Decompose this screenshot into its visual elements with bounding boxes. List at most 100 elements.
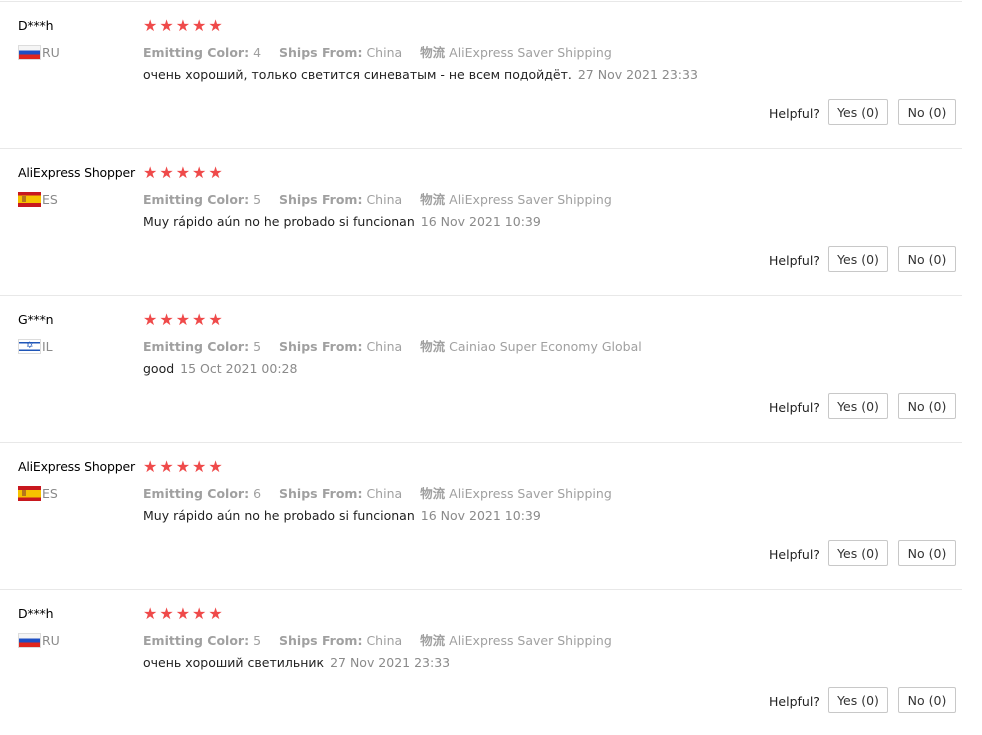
- logistics-value: Cainiao Super Economy Global: [449, 339, 642, 354]
- reviewer-country: ES: [18, 485, 58, 501]
- country-code: ES: [42, 485, 58, 501]
- star-icon: ★: [175, 310, 191, 329]
- star-icon: ★: [159, 310, 174, 329]
- ships-from-value: China: [366, 339, 403, 354]
- ships-from-label: Ships From:: [279, 633, 363, 648]
- helpful-no-button[interactable]: No (0): [898, 246, 956, 272]
- review-content: очень хороший, только светится синеватым…: [143, 67, 698, 82]
- review-text: Muy rápido aún no he probado si funciona…: [143, 214, 415, 229]
- helpful-no-button[interactable]: No (0): [898, 99, 956, 125]
- review-date: 27 Nov 2021 23:33: [577, 67, 698, 82]
- star-rating: ★ ★ ★ ★ ★: [143, 311, 223, 329]
- review-text: очень хороший, только светится синеватым…: [143, 67, 572, 82]
- star-icon: ★: [143, 163, 158, 182]
- review-text: очень хороший светильник: [143, 655, 325, 670]
- review-content: Muy rápido aún no he probado si funciona…: [143, 214, 541, 229]
- star-icon: ★: [192, 310, 207, 329]
- star-rating: ★ ★ ★ ★ ★: [143, 458, 223, 476]
- sku-info: Emitting Color: 5 Ships From: China 物流 A…: [143, 189, 626, 208]
- star-icon: ★: [159, 604, 174, 623]
- helpful-label: Helpful?: [769, 547, 820, 562]
- emitting-color-label: Emitting Color:: [143, 633, 250, 648]
- feedback-list: D***h RU ★ ★ ★ ★ ★ Emitting Color: 4 Shi…: [0, 0, 982, 735]
- star-icon: ★: [208, 16, 223, 35]
- reviewer-country: IL: [18, 338, 53, 354]
- ru-flag-icon: [18, 44, 41, 60]
- review-item: AliExpress Shopper ES ★ ★ ★ ★ ★ Emitting…: [0, 443, 962, 590]
- star-icon: ★: [208, 163, 223, 182]
- emitting-color-value: 5: [253, 633, 262, 648]
- helpful-yes-button[interactable]: Yes (0): [828, 540, 888, 566]
- ships-from-value: China: [366, 633, 403, 648]
- helpful-yes-button[interactable]: Yes (0): [828, 687, 888, 713]
- sku-info: Emitting Color: 5 Ships From: China 物流 C…: [143, 336, 656, 355]
- emitting-color-value: 6: [253, 486, 262, 501]
- review-item: G***n IL ★ ★ ★ ★ ★ Emitting Color: 5 Shi…: [0, 296, 962, 443]
- star-icon: ★: [192, 163, 207, 182]
- star-icon: ★: [208, 310, 223, 329]
- reviewer-country: ES: [18, 191, 58, 207]
- helpful-label: Helpful?: [769, 106, 820, 121]
- reviewer-name: D***h: [18, 606, 54, 621]
- logistics-value: AliExpress Saver Shipping: [449, 633, 612, 648]
- star-icon: ★: [208, 457, 223, 476]
- logistics-label: 物流: [420, 339, 446, 354]
- review-date: 16 Nov 2021 10:39: [420, 214, 541, 229]
- helpful-label: Helpful?: [769, 694, 820, 709]
- star-icon: ★: [159, 457, 174, 476]
- logistics-label: 物流: [420, 486, 446, 501]
- star-icon: ★: [159, 16, 174, 35]
- emitting-color-label: Emitting Color:: [143, 192, 250, 207]
- reviewer-name: AliExpress Shopper: [18, 165, 135, 180]
- star-icon: ★: [175, 163, 191, 182]
- logistics-value: AliExpress Saver Shipping: [449, 192, 612, 207]
- helpful-label: Helpful?: [769, 400, 820, 415]
- star-icon: ★: [192, 457, 207, 476]
- country-code: RU: [42, 44, 60, 60]
- sku-info: Emitting Color: 5 Ships From: China 物流 A…: [143, 630, 626, 649]
- review-item: AliExpress Shopper ES ★ ★ ★ ★ ★ Emitting…: [0, 149, 962, 296]
- star-icon: ★: [143, 310, 158, 329]
- star-icon: ★: [159, 163, 174, 182]
- helpful-no-button[interactable]: No (0): [898, 393, 956, 419]
- helpful-yes-button[interactable]: Yes (0): [828, 393, 888, 419]
- logistics-value: AliExpress Saver Shipping: [449, 486, 612, 501]
- sku-info: Emitting Color: 6 Ships From: China 物流 A…: [143, 483, 626, 502]
- helpful-no-button[interactable]: No (0): [898, 540, 956, 566]
- review-date: 16 Nov 2021 10:39: [420, 508, 541, 523]
- emitting-color-label: Emitting Color:: [143, 339, 250, 354]
- logistics-label: 物流: [420, 45, 446, 60]
- ships-from-label: Ships From:: [279, 339, 363, 354]
- star-rating: ★ ★ ★ ★ ★: [143, 164, 223, 182]
- emitting-color-value: 5: [253, 192, 262, 207]
- review-content: Muy rápido aún no he probado si funciona…: [143, 508, 541, 523]
- ships-from-label: Ships From:: [279, 192, 363, 207]
- star-icon: ★: [192, 604, 207, 623]
- ships-from-value: China: [366, 192, 403, 207]
- review-date: 15 Oct 2021 00:28: [180, 361, 298, 376]
- review-text: Muy rápido aún no he probado si funciona…: [143, 508, 415, 523]
- star-rating: ★ ★ ★ ★ ★: [143, 605, 223, 623]
- helpful-label: Helpful?: [769, 253, 820, 268]
- star-icon: ★: [143, 457, 158, 476]
- star-icon: ★: [143, 16, 158, 35]
- sku-info: Emitting Color: 4 Ships From: China 物流 A…: [143, 42, 626, 61]
- review-item: D***h RU ★ ★ ★ ★ ★ Emitting Color: 5 Shi…: [0, 590, 962, 735]
- ships-from-value: China: [366, 486, 403, 501]
- helpful-yes-button[interactable]: Yes (0): [828, 99, 888, 125]
- es-flag-icon: [18, 191, 41, 207]
- helpful-yes-button[interactable]: Yes (0): [828, 246, 888, 272]
- star-icon: ★: [175, 16, 191, 35]
- reviewer-name: AliExpress Shopper: [18, 459, 135, 474]
- review-item: D***h RU ★ ★ ★ ★ ★ Emitting Color: 4 Shi…: [0, 2, 962, 149]
- reviewer-name: D***h: [18, 18, 54, 33]
- reviewer-country: RU: [18, 632, 60, 648]
- star-rating: ★ ★ ★ ★ ★: [143, 17, 223, 35]
- emitting-color-label: Emitting Color:: [143, 486, 250, 501]
- star-icon: ★: [208, 604, 223, 623]
- star-icon: ★: [143, 604, 158, 623]
- ships-from-label: Ships From:: [279, 45, 363, 60]
- review-date: 27 Nov 2021 23:33: [330, 655, 451, 670]
- review-content: очень хороший светильник 27 Nov 2021 23:3…: [143, 655, 450, 670]
- helpful-no-button[interactable]: No (0): [898, 687, 956, 713]
